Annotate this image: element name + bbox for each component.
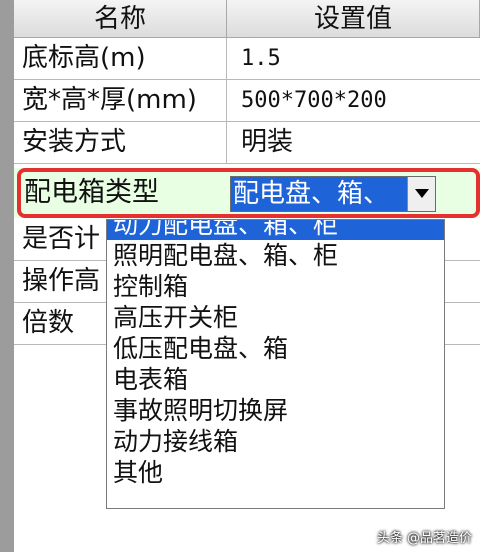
property-row-dimensions[interactable]: 宽*高*厚(mm) 500*700*200 [14,80,480,122]
property-name: 安装方式 [14,122,227,163]
dropdown-option[interactable]: 电表箱 [107,364,444,395]
dropdown-option[interactable]: 动力接线箱 [107,426,444,457]
chevron-down-icon [415,189,429,198]
panel-type-select[interactable]: 配电盘、箱、 [230,176,436,212]
property-value[interactable]: 500*700*200 [227,80,480,121]
property-value[interactable]: 明装 [227,122,480,163]
dropdown-option[interactable]: 控制箱 [107,271,444,302]
dropdown-option[interactable]: 照明配电盘、箱、柜 [107,240,444,271]
dropdown-option[interactable]: 高压开关柜 [107,302,444,333]
dropdown-option[interactable]: 事故照明切换屏 [107,395,444,426]
property-value[interactable]: 1.5 [227,38,480,79]
property-row-install-method[interactable]: 安装方式 明装 [14,122,480,164]
column-header-name: 名称 [14,0,227,38]
dropdown-option[interactable]: 低压配电盘、箱 [107,333,444,364]
dropdown-option[interactable]: 动力配电盘、箱、柜 [107,220,444,240]
property-name: 宽*高*厚(mm) [14,80,227,121]
dropdown-option[interactable]: 其他 [107,457,444,488]
property-name: 底标高(m) [14,38,227,79]
watermark: 头条 @品茗造价 [376,531,472,546]
property-row-elevation[interactable]: 底标高(m) 1.5 [14,38,480,80]
panel-type-dropdown-list[interactable]: 动力配电盘、箱、柜 照明配电盘、箱、柜 控制箱 高压开关柜 低压配电盘、箱 电表… [106,219,445,509]
left-border-strip [0,0,14,552]
dropdown-button[interactable] [407,177,435,211]
select-current-value[interactable]: 配电盘、箱、 [231,177,407,211]
column-header-value: 设置值 [227,0,480,38]
